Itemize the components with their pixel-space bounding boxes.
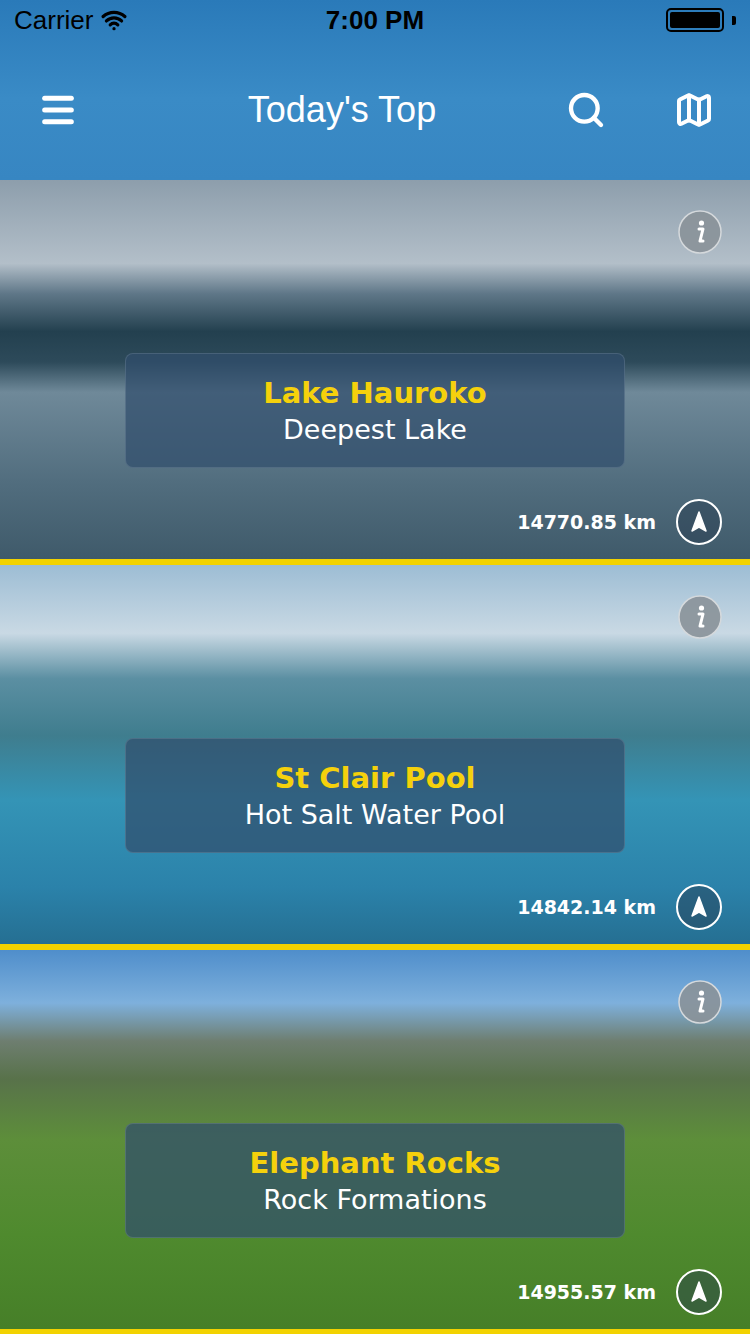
- map-icon: [674, 90, 714, 130]
- navigation-arrow-icon: [687, 510, 711, 534]
- info-icon: [678, 595, 722, 639]
- status-right: [536, 8, 736, 32]
- card-top-row: [28, 210, 722, 254]
- card-bottom-row: 14842.14 km: [28, 884, 722, 930]
- info-button[interactable]: [678, 210, 722, 254]
- info-button[interactable]: [678, 980, 722, 1024]
- nav-actions: [564, 88, 716, 132]
- search-icon: [566, 90, 606, 130]
- navigate-button[interactable]: [676, 884, 722, 930]
- place-card[interactable]: Elephant Rocks Rock Formations 14955.57 km: [0, 950, 750, 1329]
- place-category: Rock Formations: [263, 1184, 486, 1215]
- card-top-row: [28, 595, 722, 639]
- navigation-arrow-icon: [687, 1280, 711, 1304]
- navigate-button[interactable]: [676, 1269, 722, 1315]
- screen: Carrier 7:00 PM Today's Top Lake Hauroko Dee…: [0, 0, 750, 1334]
- place-name: Lake Hauroko: [263, 376, 486, 410]
- place-distance: 14842.14 km: [517, 896, 656, 918]
- place-list: Lake Hauroko Deepest Lake 14770.85 km St Cl…: [0, 180, 750, 1329]
- card-bottom-row: 14955.57 km: [28, 1269, 722, 1315]
- place-distance: 14770.85 km: [517, 511, 656, 533]
- map-button[interactable]: [672, 88, 716, 132]
- wifi-icon: [101, 7, 127, 33]
- place-category: Deepest Lake: [283, 414, 467, 445]
- place-card[interactable]: St Clair Pool Hot Salt Water Pool 14842.14…: [0, 565, 750, 944]
- place-name: St Clair Pool: [274, 761, 475, 795]
- navigation-arrow-icon: [687, 895, 711, 919]
- place-label: Elephant Rocks Rock Formations: [125, 1123, 625, 1238]
- place-label: St Clair Pool Hot Salt Water Pool: [125, 738, 625, 853]
- nav-title: Today's Top: [80, 89, 564, 131]
- place-category: Hot Salt Water Pool: [245, 799, 506, 830]
- status-left: Carrier: [14, 5, 214, 36]
- carrier-label: Carrier: [14, 5, 93, 36]
- place-distance: 14955.57 km: [517, 1281, 656, 1303]
- menu-button[interactable]: [36, 88, 80, 132]
- place-name: Elephant Rocks: [250, 1146, 501, 1180]
- card-top-row: [28, 980, 722, 1024]
- header: Carrier 7:00 PM Today's Top: [0, 0, 750, 180]
- battery-tip: [732, 16, 736, 25]
- search-button[interactable]: [564, 88, 608, 132]
- place-card[interactable]: Lake Hauroko Deepest Lake 14770.85 km: [0, 180, 750, 559]
- battery-fill: [670, 12, 720, 28]
- place-label: Lake Hauroko Deepest Lake: [125, 353, 625, 468]
- battery-icon: [666, 8, 724, 32]
- status-bar: Carrier 7:00 PM: [0, 0, 750, 40]
- info-icon: [678, 210, 722, 254]
- nav-bar: Today's Top: [0, 40, 750, 180]
- info-button[interactable]: [678, 595, 722, 639]
- info-icon: [678, 980, 722, 1024]
- navigate-button[interactable]: [676, 499, 722, 545]
- menu-icon: [38, 90, 78, 130]
- status-time: 7:00 PM: [326, 5, 424, 36]
- card-bottom-row: 14770.85 km: [28, 499, 722, 545]
